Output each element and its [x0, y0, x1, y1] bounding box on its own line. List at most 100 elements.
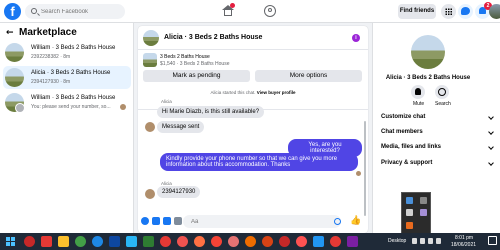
taskbar-app-icon[interactable]: [143, 236, 154, 247]
customize-chat-item[interactable]: Customize chat: [381, 114, 493, 120]
search-box[interactable]: [25, 4, 125, 19]
sticker-icon[interactable]: [163, 217, 171, 225]
clock-date[interactable]: 18/06/2021: [451, 242, 476, 248]
chat-thumbnail[interactable]: [143, 30, 159, 46]
windows-logo-icon-part: [11, 237, 15, 241]
battery-icon[interactable]: [436, 238, 441, 244]
taskbar-app-icon[interactable]: [347, 236, 358, 247]
mute-label: Mute: [413, 101, 425, 107]
chrome-icon[interactable]: [160, 236, 171, 247]
mute-bell-icon[interactable]: [411, 85, 425, 99]
home-notification-dot: [230, 3, 235, 8]
chrome-icon[interactable]: [194, 236, 205, 247]
conversation-item[interactable]: William · 3 Beds 2 Baths House You: plea…: [3, 91, 131, 114]
windows-logo-icon-part: [6, 242, 10, 246]
conversation-item-active[interactable]: Alicia · 3 Beds 2 Baths House 2394127930…: [3, 66, 131, 89]
tray-app-icon[interactable]: [420, 209, 427, 216]
chrome-icon[interactable]: [245, 236, 256, 247]
taskbar-app-icon[interactable]: [126, 236, 137, 247]
taskbar-app-icon[interactable]: [75, 236, 86, 247]
chrome-icon[interactable]: [330, 236, 341, 247]
taskbar-app-icon[interactable]: [41, 236, 52, 247]
volume-icon[interactable]: [428, 238, 433, 244]
find-friends-button[interactable]: Find friends: [398, 4, 436, 19]
chrome-icon[interactable]: [296, 236, 307, 247]
thumbs-up-icon[interactable]: 👍: [350, 216, 361, 226]
chevron-up-icon[interactable]: [412, 238, 417, 244]
chrome-icon[interactable]: [279, 236, 290, 247]
chrome-icon[interactable]: [211, 236, 222, 247]
tray-app-icon[interactable]: [406, 197, 413, 204]
chat-title[interactable]: Alicia · 3 Beds 2 Baths House: [164, 34, 262, 41]
chat-started-note: Alicia started this chat. View buyer pro…: [138, 90, 368, 95]
taskbar-app-icon[interactable]: [58, 236, 69, 247]
back-arrow-icon[interactable]: ←: [6, 29, 15, 38]
facebook-logo[interactable]: f: [4, 3, 21, 20]
privacy-support-item[interactable]: Privacy & support: [381, 160, 493, 166]
plus-icon[interactable]: [141, 217, 149, 225]
chat-members-item[interactable]: Chat members: [381, 129, 493, 135]
listing-title[interactable]: 3 Beds 2 Baths House: [160, 54, 210, 60]
tray-app-icon[interactable]: [406, 222, 413, 229]
conversation-subtitle: 2392238382 · 8m: [31, 54, 71, 60]
listing-avatar[interactable]: [411, 35, 445, 69]
listing-summary: 3 Beds 2 Baths House $1,540 · 3 Beds 2 B…: [138, 50, 368, 110]
start-button[interactable]: [5, 236, 16, 247]
listing-thumbnail[interactable]: [143, 53, 157, 67]
action-center-icon[interactable]: [488, 236, 497, 245]
more-options-button[interactable]: More options: [255, 70, 362, 82]
media-files-links-item[interactable]: Media, files and links: [381, 144, 493, 150]
listing-thumbnail: [5, 93, 25, 113]
message-input[interactable]: [183, 215, 341, 228]
mark-as-pending-button[interactable]: Mark as pending: [143, 70, 250, 82]
system-tray-overflow: [401, 192, 431, 234]
search-label: Search: [435, 101, 451, 107]
groups-icon-inner: [268, 8, 272, 12]
desktop-toolbar-label[interactable]: Desktop: [388, 238, 406, 244]
windows-taskbar: Desktop 8:01 pm 18/06/2021: [0, 233, 500, 250]
grid-menu-icon: [445, 8, 452, 15]
conversation-item[interactable]: William · 3 Beds 2 Baths House 239223838…: [3, 41, 131, 64]
network-icon[interactable]: [420, 238, 425, 244]
listing-thumbnail: [5, 43, 24, 62]
sender-avatar[interactable]: [145, 122, 155, 132]
marketplace-inbox-panel: ← Marketplace William · 3 Beds 2 Baths H…: [0, 23, 134, 233]
conversation-subtitle: 2394127930 · 8m: [31, 79, 71, 85]
conversation-title: William · 3 Beds 2 Baths House: [31, 45, 116, 51]
menu-button[interactable]: [441, 4, 456, 19]
conversation-title: William · 3 Beds 2 Baths House: [31, 95, 116, 101]
taskbar-app-icon[interactable]: [24, 236, 35, 247]
search-icon: [31, 8, 37, 14]
chrome-icon[interactable]: [262, 236, 273, 247]
groups-nav-button[interactable]: [263, 4, 277, 18]
chat-scrollbar[interactable]: [364, 121, 366, 216]
gif-icon[interactable]: [174, 217, 182, 225]
account-avatar[interactable]: [489, 4, 500, 19]
taskbar-app-icon[interactable]: [313, 236, 324, 247]
incoming-message: Message sent: [157, 121, 205, 133]
search-in-chat-icon[interactable]: [435, 85, 449, 99]
tray-app-icon[interactable]: [406, 209, 413, 216]
photo-icon[interactable]: [152, 217, 160, 225]
emoji-icon[interactable]: [334, 218, 341, 225]
windows-logo-icon: [6, 237, 10, 241]
taskbar-app-icon[interactable]: [109, 236, 120, 247]
chrome-icon[interactable]: [177, 236, 188, 247]
clock-time[interactable]: 8:01 pm: [455, 235, 473, 241]
system-note-text: Alicia started this chat.: [210, 90, 256, 95]
chat-info-icon[interactable]: i: [352, 34, 360, 42]
messenger-button[interactable]: [458, 4, 473, 19]
conversation-title: Alicia · 3 Beds 2 Baths House: [31, 70, 111, 76]
listing-price: $1,540 · 3 Beds 2 Baths House: [160, 61, 230, 67]
sender-avatar[interactable]: [145, 189, 155, 199]
chat-panel: Alicia · 3 Beds 2 Baths House i 3 Beds 2…: [138, 26, 368, 233]
view-buyer-profile-link[interactable]: View buyer profile: [257, 90, 296, 95]
incoming-message: 2394127930: [157, 186, 201, 198]
taskbar-app-icon[interactable]: [92, 236, 103, 247]
search-input[interactable]: [41, 6, 121, 17]
home-nav-button[interactable]: [221, 3, 235, 18]
chat-header: Alicia · 3 Beds 2 Baths House i: [138, 26, 368, 50]
sender-name: Alicia: [161, 99, 172, 104]
tray-app-icon[interactable]: [420, 197, 427, 204]
chrome-icon[interactable]: [228, 236, 239, 247]
